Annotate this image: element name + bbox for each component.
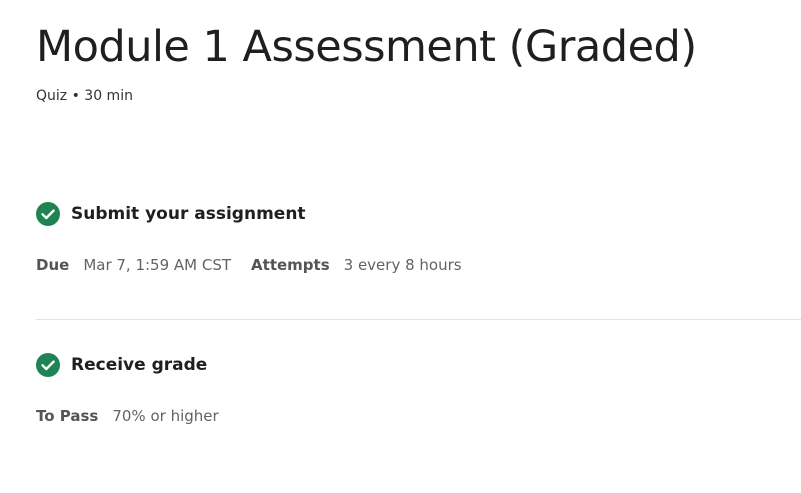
step-title: Submit your assignment xyxy=(71,204,306,224)
assessment-meta: Quiz • 30 min xyxy=(36,88,133,104)
attempts-value: 3 every 8 hours xyxy=(343,256,462,274)
to-pass-label: To Pass xyxy=(36,407,99,425)
due-label: Due xyxy=(36,256,70,274)
step-title: Receive grade xyxy=(71,355,208,375)
assessment-page: Module 1 Assessment (Graded) Quiz • 30 m… xyxy=(36,0,801,493)
due-value: Mar 7, 1:59 AM CST xyxy=(83,256,232,274)
attempts-label: Attempts xyxy=(251,256,330,274)
section-divider xyxy=(36,319,801,320)
to-pass-value: 70% or higher xyxy=(112,407,219,425)
step-submit-assignment: Submit your assignment xyxy=(36,201,306,227)
page-title: Module 1 Assessment (Graded) xyxy=(36,22,697,72)
grade-details: To Pass 70% or higher xyxy=(36,405,219,427)
check-circle-icon xyxy=(36,202,60,226)
step-receive-grade: Receive grade xyxy=(36,352,207,378)
check-circle-icon xyxy=(36,353,60,377)
submit-details: Due Mar 7, 1:59 AM CST Attempts 3 every … xyxy=(36,254,462,276)
